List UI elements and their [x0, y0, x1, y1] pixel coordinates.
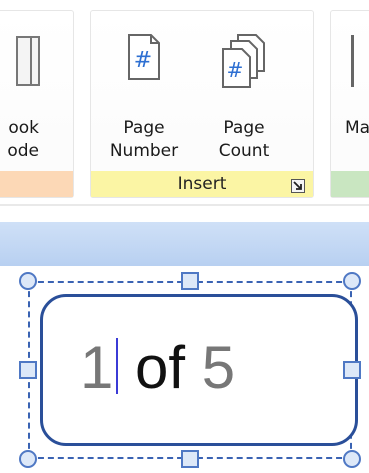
document-ruler-band — [0, 222, 369, 266]
page-number-button[interactable]: # Page Number — [99, 23, 189, 173]
resize-handle-bottom-left[interactable] — [19, 450, 37, 468]
group-footer-right — [331, 171, 369, 197]
page-number-label-1: Page — [123, 118, 165, 138]
group-footer-view — [0, 171, 73, 197]
page-field-text[interactable]: 1 of 5 — [80, 332, 235, 404]
text-cursor — [116, 338, 119, 394]
of-text: of — [135, 334, 186, 401]
ribbon: ook ode # Page Number # Page Count Inser… — [0, 0, 369, 200]
page-number-label-2: Number — [109, 141, 179, 161]
svg-text:#: # — [134, 48, 152, 73]
ribbon-group-right: Ma — [330, 10, 369, 198]
page-count-label-1: Page — [223, 118, 265, 138]
resize-handle-bottom-right[interactable] — [343, 450, 361, 468]
resize-handle-right[interactable] — [343, 361, 361, 379]
resize-handle-left[interactable] — [19, 361, 37, 379]
ma-button[interactable]: Ma — [331, 23, 369, 173]
ma-icon — [351, 35, 354, 87]
ribbon-group-insert: # Page Number # Page Count Insert — [90, 10, 314, 198]
ribbon-divider — [0, 204, 369, 206]
resize-handle-top-left[interactable] — [19, 272, 37, 290]
ma-label: Ma — [345, 118, 369, 138]
insert-group-label: Insert — [177, 174, 227, 194]
dialog-launcher-icon[interactable] — [291, 178, 305, 193]
resize-handle-top[interactable] — [181, 272, 199, 290]
total-page-count: 5 — [201, 334, 236, 401]
ribbon-group-view: ook ode — [0, 10, 74, 198]
group-footer-insert: Insert — [91, 171, 313, 197]
page-count-icon: # — [220, 33, 268, 93]
book-mode-icon — [15, 33, 45, 93]
book-mode-label-2: ode — [7, 141, 39, 161]
book-mode-button[interactable]: ook ode — [0, 23, 45, 173]
page-count-button[interactable]: # Page Count — [199, 23, 289, 173]
current-page-number: 1 — [80, 334, 114, 401]
page-count-label-2: Count — [218, 141, 270, 161]
resize-handle-top-right[interactable] — [343, 272, 361, 290]
page-number-icon: # — [126, 33, 162, 85]
svg-text:#: # — [227, 58, 244, 82]
resize-handle-bottom[interactable] — [181, 450, 199, 468]
book-mode-label-1: ook — [8, 118, 39, 138]
